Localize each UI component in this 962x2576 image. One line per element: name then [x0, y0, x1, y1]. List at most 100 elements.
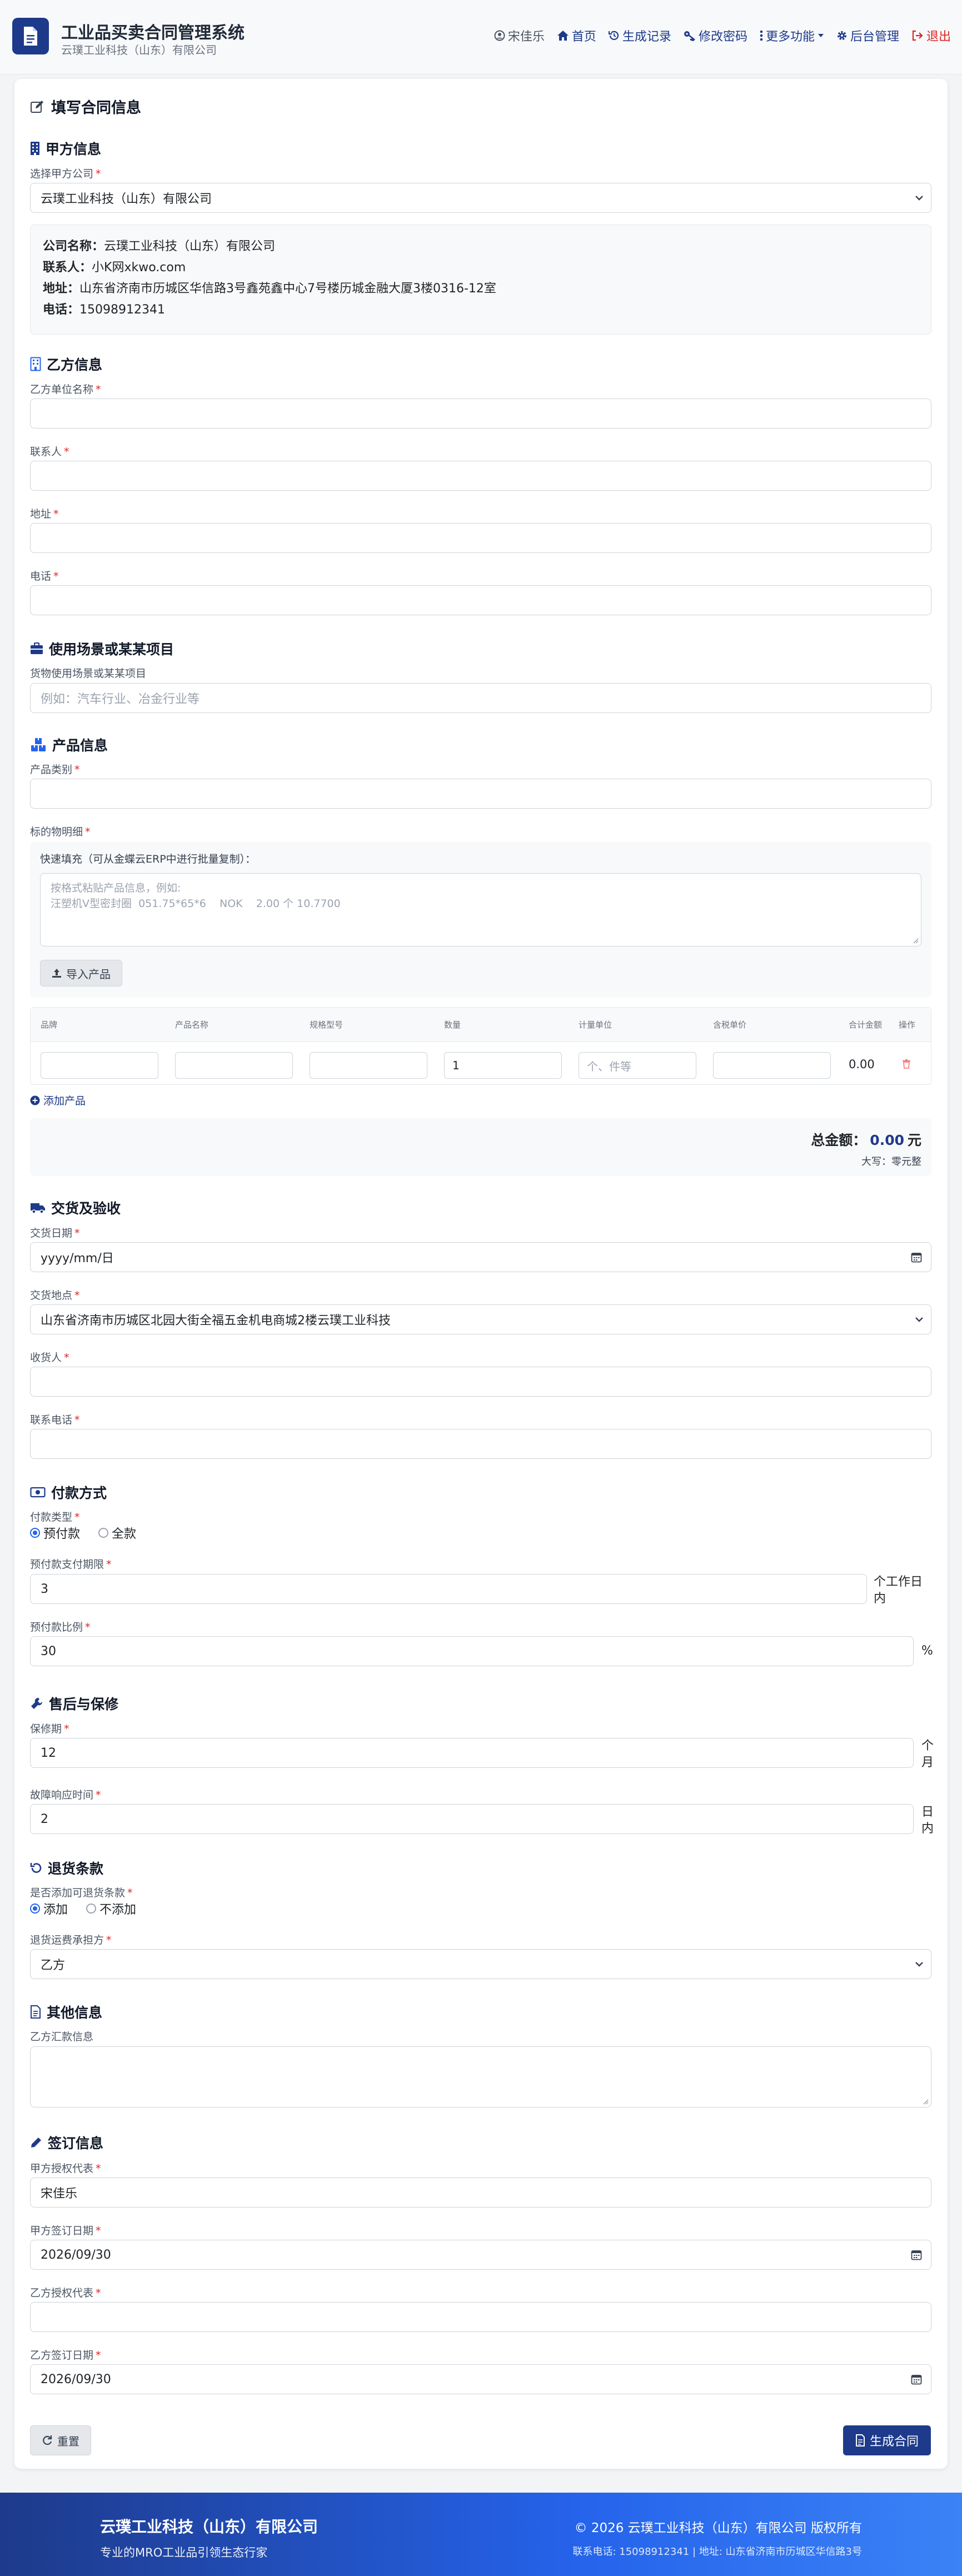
calendar-icon[interactable] — [911, 2374, 922, 2385]
section-scene-title: 使用场景或某某项目 — [49, 641, 175, 657]
radio-full-pay[interactable]: 全款 — [98, 1524, 136, 1542]
party-b-phone-label: 电话 * — [30, 570, 59, 582]
nav-user[interactable]: 宋佳乐 — [494, 27, 545, 44]
capital-value: 零元整 — [891, 1156, 921, 1168]
radio-returns-none-dot — [86, 1904, 97, 1914]
col-quantity: 数量 — [444, 1020, 461, 1030]
row-unit-price-input[interactable] — [713, 1052, 831, 1079]
nav-more-dropdown[interactable]: 更多功能 — [760, 27, 824, 44]
col-product-name: 产品名称 — [175, 1020, 209, 1030]
section-sign-title: 签订信息 — [48, 2135, 104, 2151]
product-table-header: 品牌 产品名称 规格型号 数量 计量单位 含税单价 合计金额 操作 — [31, 1008, 931, 1042]
party-b-name-input[interactable] — [30, 398, 931, 428]
row-brand-input[interactable] — [41, 1052, 158, 1079]
prepay-ratio-input[interactable]: 30 — [30, 1636, 914, 1666]
receiver-phone-input[interactable] — [30, 1429, 931, 1459]
total-amount-box: 总金额： 0.00 元 大写：零元整 — [30, 1118, 931, 1176]
product-category-label: 产品类别 * — [30, 764, 80, 776]
gear-icon — [837, 31, 846, 40]
prepay-term-input[interactable]: 3 — [30, 1574, 867, 1604]
radio-prepay-label: 预付款 — [43, 1527, 81, 1541]
quick-fill-label: 快速填充（可从金蝶云ERP中进行批量复制）： — [40, 853, 256, 865]
delivery-place-value: 山东省济南市历城区北园大街全福五金机电商城2楼云璞工业科技 — [41, 1314, 391, 1328]
party-a-info-box: 公司名称：云璞工业科技（山东）有限公司 联系人：小K网xkwo.com 地址：山… — [30, 225, 931, 335]
warranty-period-value: 12 — [41, 1746, 56, 1760]
a-date-input[interactable]: 2026/09/30 — [30, 2240, 931, 2270]
returns-freight-value: 乙方 — [41, 1959, 66, 1972]
product-category-input[interactable] — [30, 779, 931, 809]
building-icon — [31, 142, 39, 155]
row-spec-input[interactable] — [310, 1052, 427, 1079]
row-product-name-input[interactable] — [175, 1052, 293, 1079]
add-product-button[interactable]: 添加产品 — [30, 1093, 86, 1108]
row-quantity-value: 1 — [452, 1059, 460, 1072]
warranty-period-label: 保修期 * — [30, 1723, 69, 1735]
receiver-input[interactable] — [30, 1367, 931, 1397]
row-quantity-input[interactable]: 1 — [444, 1052, 562, 1079]
section-returns-title: 退货条款 — [48, 1861, 104, 1877]
section-warranty-title: 售后与保修 — [49, 1696, 119, 1712]
section-scene: 使用场景或某某项目 — [30, 639, 174, 659]
delivery-date-input[interactable]: yyyy/mm/日 — [30, 1242, 931, 1272]
response-time-input[interactable]: 2 — [30, 1804, 914, 1834]
quick-fill-placeholder-2: 汪塑机V型密封圈 051.75*65*6 NOK 2.00 个 10.7700 — [51, 898, 341, 910]
resize-handle-icon[interactable] — [922, 2098, 929, 2105]
calendar-icon[interactable] — [911, 1252, 922, 1263]
col-spec: 规格型号 — [310, 1020, 343, 1030]
prepay-term-label: 预付款支付期限 * — [30, 1558, 112, 1571]
radio-prepay[interactable]: 预付款 — [30, 1524, 80, 1542]
bank-info-textarea[interactable] — [30, 2046, 931, 2107]
generate-contract-label: 生成合同 — [870, 2435, 919, 2449]
returns-freight-select[interactable]: 乙方 — [30, 1949, 931, 1979]
a-rep-input[interactable]: 宋佳乐 — [30, 2178, 931, 2208]
response-time-suffix: 日内 — [921, 1805, 934, 1836]
col-actions: 操作 — [899, 1020, 916, 1030]
nav-logout[interactable]: 退出 — [911, 27, 951, 44]
radio-returns-add[interactable]: 添加 — [30, 1900, 68, 1917]
payment-type-radios: 预付款 全款 — [30, 1524, 151, 1542]
briefcase-icon — [31, 642, 43, 654]
section-returns: 退货条款 — [30, 1858, 103, 1878]
delivery-place-select[interactable]: 山东省济南市历城区北园大街全福五金机电商城2楼云璞工业科技 — [30, 1304, 931, 1334]
party-b-phone-input[interactable] — [30, 585, 931, 615]
party-b-address-input[interactable] — [30, 523, 931, 553]
b-rep-input[interactable] — [30, 2302, 931, 2332]
total-label: 总金额： — [811, 1132, 867, 1148]
radio-returns-none[interactable]: 不添加 — [86, 1900, 136, 1917]
section-delivery: 交货及验收 — [30, 1198, 121, 1218]
party-a-phone-line: 电话：15098912341 — [43, 303, 165, 317]
quick-fill-textarea[interactable]: 按格式粘贴产品信息，例如: 汪塑机V型密封圈 051.75*65*6 NOK 2… — [40, 873, 921, 946]
reset-button[interactable]: 重置 — [30, 2425, 91, 2455]
ellipsis-vertical-icon — [760, 30, 763, 41]
scene-placeholder: 例如：汽车行业、冶金行业等 — [41, 692, 200, 706]
total-value: 0.00 — [870, 1132, 904, 1148]
nav-records-label: 生成记录 — [622, 30, 671, 44]
party-a-address-line: 地址：山东省济南市历城区华信路3号鑫苑鑫中心7号楼历城金融大厦3楼0316-12… — [43, 282, 496, 296]
nav-password[interactable]: 修改密码 — [684, 27, 747, 44]
app-title: 工业品买卖合同管理系统 — [61, 23, 245, 43]
party-a-company-select[interactable]: 云璞工业科技（山东）有限公司 — [30, 183, 931, 213]
prepay-ratio-label: 预付款比例 * — [30, 1621, 91, 1633]
form-title: 填写合同信息 — [30, 96, 141, 117]
footer-contact: 联系电话: 15098912341 | 地址: 山东省济南市历城区华信路3号 — [572, 2546, 862, 2558]
capital-label: 大写： — [861, 1156, 891, 1168]
import-products-button[interactable]: 导入产品 — [40, 960, 122, 986]
calendar-icon[interactable] — [911, 2249, 922, 2260]
party-a-contact-line: 联系人：小K网xkwo.com — [43, 261, 186, 275]
nav-records[interactable]: 生成记录 — [608, 27, 671, 44]
chevron-down-icon — [915, 196, 923, 201]
party-b-contact-input[interactable] — [30, 461, 931, 491]
row-unit-input[interactable]: 个、件等 — [579, 1052, 696, 1079]
nav-home[interactable]: 首页 — [557, 27, 596, 44]
section-product: 产品信息 — [30, 735, 108, 755]
trash-icon[interactable] — [902, 1059, 911, 1069]
generate-contract-button[interactable]: 生成合同 — [843, 2425, 931, 2455]
money-bill-icon — [30, 1487, 46, 1498]
resize-handle-icon[interactable] — [912, 937, 919, 944]
a-date-label: 甲方签订日期 * — [30, 2225, 101, 2237]
nav-user-label: 宋佳乐 — [507, 30, 545, 44]
scene-input[interactable]: 例如：汽车行业、冶金行业等 — [30, 683, 931, 713]
warranty-period-input[interactable]: 12 — [30, 1738, 914, 1768]
nav-admin[interactable]: 后台管理 — [836, 27, 899, 44]
b-date-input[interactable]: 2026/09/30 — [30, 2364, 931, 2394]
